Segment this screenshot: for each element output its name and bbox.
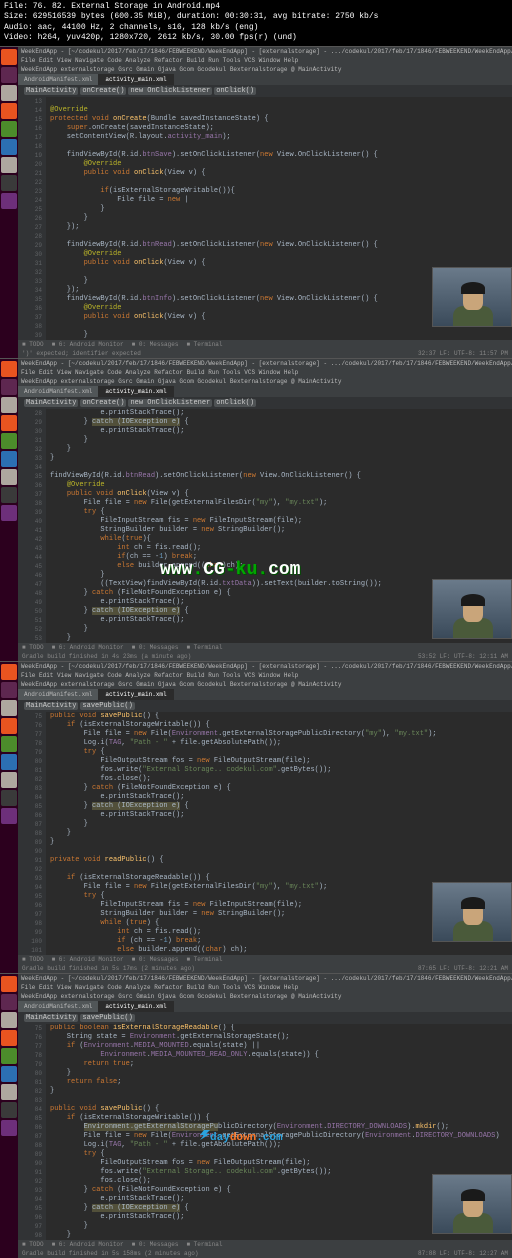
breadcrumb-item[interactable]: onClick() xyxy=(214,399,256,407)
status-bar: Gradle build finished in 4s 23ms (a minu… xyxy=(18,652,512,661)
tab-activity[interactable]: activity_main.xml xyxy=(99,689,173,700)
tool-tab[interactable]: ■ 0: Messages xyxy=(132,956,179,963)
tool-tab[interactable]: ■ Terminal xyxy=(186,1241,222,1248)
window-title: WeekEndApp - [~/codekul/2017/feb/17/1846… xyxy=(18,974,512,983)
tool-tab[interactable]: ■ 6: Android Monitor xyxy=(52,341,124,348)
tool-tab[interactable]: ■ Terminal xyxy=(186,341,222,348)
breadcrumb: MainActivityonCreate()new OnClickListene… xyxy=(18,85,512,97)
editor-tabs: AndroidManifest.xml activity_main.xml xyxy=(18,1001,512,1012)
menu-bar[interactable]: File Edit View Navigate Code Analyze Ref… xyxy=(18,671,512,680)
window-title: WeekEndApp - [~/codekul/2017/feb/17/1846… xyxy=(18,662,512,671)
breadcrumb-item[interactable]: savePublic() xyxy=(80,1014,134,1022)
file-line: File: 76. 82. External Storage in Androi… xyxy=(4,2,508,12)
status-left: Gradle build finished in 5s 17ms (2 minu… xyxy=(22,965,195,972)
tool-tab[interactable]: ■ 6: Android Monitor xyxy=(52,956,124,963)
breadcrumb-item[interactable]: MainActivity xyxy=(24,702,78,710)
breadcrumb-item[interactable]: savePublic() xyxy=(80,702,134,710)
tool-tab[interactable]: ■ Terminal xyxy=(186,956,222,963)
status-left: Gradle build finished in 5s 158ms (2 min… xyxy=(22,1250,198,1257)
audio-line: Audio: aac, 44100 Hz, 2 channels, s16, 1… xyxy=(4,23,508,33)
tool-tab[interactable]: ■ 0: Messages xyxy=(132,644,179,651)
nav-toolbar[interactable]: WeekEndApp externalstorage Gsrc Gmain Gj… xyxy=(18,65,512,74)
tool-tab[interactable]: ■ Terminal xyxy=(186,644,222,651)
tab-activity[interactable]: activity_main.xml xyxy=(99,74,173,85)
video-line: Video: h264, yuv420p, 1280x720, 2612 kb/… xyxy=(4,33,508,43)
breadcrumb-item[interactable]: new OnClickListener xyxy=(128,87,212,95)
media-info: File: 76. 82. External Storage in Androi… xyxy=(0,0,512,46)
presenter-video xyxy=(432,267,512,327)
breadcrumb-item[interactable]: MainActivity xyxy=(24,1014,78,1022)
menu-bar[interactable]: File Edit View Navigate Code Analyze Ref… xyxy=(18,983,512,992)
bottom-tool-tabs: ■ TODO ■ 6: Android Monitor ■ 0: Messages ■… xyxy=(18,1240,512,1249)
window-title: WeekEndApp - [~/codekul/2017/feb/17/1846… xyxy=(18,47,512,56)
tool-tab[interactable]: ■ TODO xyxy=(22,1241,44,1248)
gutter: 7576777879808182838485868788899091929394… xyxy=(18,712,46,955)
breadcrumb-item[interactable]: onClick() xyxy=(214,87,256,95)
tool-tab[interactable]: ■ 0: Messages xyxy=(132,1241,179,1248)
tab-manifest[interactable]: AndroidManifest.xml xyxy=(18,1001,99,1012)
tool-tab[interactable]: ■ TODO xyxy=(22,341,44,348)
nav-toolbar[interactable]: WeekEndApp externalstorage Gsrc Gmain Gj… xyxy=(18,992,512,1001)
breadcrumb: MainActivitysavePublic() xyxy=(18,700,512,712)
ide-pane: WeekEndApp - [~/codekul/2017/feb/17/1846… xyxy=(0,358,512,661)
tool-tab[interactable]: ■ 0: Messages xyxy=(132,341,179,348)
ide-pane: WeekEndApp - [~/codekul/2017/feb/17/1846… xyxy=(0,973,512,1258)
gutter: 7576777879808182838485868788899091929394… xyxy=(18,1024,46,1240)
status-right: 53:52 LF: UTF-8: 12:11 AM xyxy=(418,653,508,660)
presenter-video xyxy=(432,579,512,639)
editor: 2829303132333435363738394041424344454647… xyxy=(18,409,512,643)
breadcrumb-item[interactable]: onCreate() xyxy=(80,87,126,95)
breadcrumb: MainActivityonCreate()new OnClickListene… xyxy=(18,397,512,409)
editor: 7576777879808182838485868788899091929394… xyxy=(18,1024,512,1240)
editor: 7576777879808182838485868788899091929394… xyxy=(18,712,512,955)
breadcrumb-item[interactable]: onCreate() xyxy=(80,399,126,407)
breadcrumb-item[interactable]: new OnClickListener xyxy=(128,399,212,407)
presenter-video xyxy=(432,882,512,942)
bottom-tool-tabs: ■ TODO ■ 6: Android Monitor ■ 0: Messages ■… xyxy=(18,955,512,964)
tab-manifest[interactable]: AndroidManifest.xml xyxy=(18,74,99,85)
status-left: Gradle build finished in 4s 23ms (a minu… xyxy=(22,653,191,660)
status-bar: Gradle build finished in 5s 17ms (2 minu… xyxy=(18,964,512,973)
menu-bar[interactable]: File Edit View Navigate Code Analyze Ref… xyxy=(18,56,512,65)
tool-tab[interactable]: ■ TODO xyxy=(22,956,44,963)
bottom-tool-tabs: ■ TODO ■ 6: Android Monitor ■ 0: Messages ■… xyxy=(18,643,512,652)
size-line: Size: 629516539 bytes (600.35 MiB), dura… xyxy=(4,12,508,22)
gutter: 1314151617181920212223242526272829303132… xyxy=(18,97,46,340)
tool-tab[interactable]: ■ 6: Android Monitor xyxy=(52,644,124,651)
tool-tab[interactable]: ■ TODO xyxy=(22,644,44,651)
status-bar: ')' expected; identifier expected 32:37 … xyxy=(18,349,512,358)
menu-bar[interactable]: File Edit View Navigate Code Analyze Ref… xyxy=(18,368,512,377)
editor-tabs: AndroidManifest.xml activity_main.xml xyxy=(18,689,512,700)
breadcrumb: MainActivitysavePublic() xyxy=(18,1012,512,1024)
ide-pane: WeekEndApp - [~/codekul/2017/feb/17/1846… xyxy=(0,661,512,973)
nav-toolbar[interactable]: WeekEndApp externalstorage Gsrc Gmain Gj… xyxy=(18,680,512,689)
tab-manifest[interactable]: AndroidManifest.xml xyxy=(18,689,99,700)
tab-activity[interactable]: activity_main.xml xyxy=(99,1001,173,1012)
bottom-tool-tabs: ■ TODO ■ 6: Android Monitor ■ 0: Messages ■… xyxy=(18,340,512,349)
editor-tabs: AndroidManifest.xml activity_main.xml xyxy=(18,74,512,85)
window-title: WeekEndApp - [~/codekul/2017/feb/17/1846… xyxy=(18,359,512,368)
ide-pane: WeekEndApp - [~/codekul/2017/feb/17/1846… xyxy=(0,46,512,358)
status-right: 87:65 LF: UTF-8: 12:21 AM xyxy=(418,965,508,972)
status-right: 32:37 LF: UTF-8: 11:57 PM xyxy=(418,350,508,357)
tab-activity[interactable]: activity_main.xml xyxy=(99,386,173,397)
nav-toolbar[interactable]: WeekEndApp externalstorage Gsrc Gmain Gj… xyxy=(18,377,512,386)
gutter: 2829303132333435363738394041424344454647… xyxy=(18,409,46,643)
breadcrumb-item[interactable]: MainActivity xyxy=(24,87,78,95)
editor: 1314151617181920212223242526272829303132… xyxy=(18,97,512,340)
tool-tab[interactable]: ■ 6: Android Monitor xyxy=(52,1241,124,1248)
status-left: ')' expected; identifier expected xyxy=(22,350,141,357)
status-bar: Gradle build finished in 5s 158ms (2 min… xyxy=(18,1249,512,1258)
status-right: 87:88 LF: UTF-8: 12:27 AM xyxy=(418,1250,508,1257)
tab-manifest[interactable]: AndroidManifest.xml xyxy=(18,386,99,397)
breadcrumb-item[interactable]: MainActivity xyxy=(24,399,78,407)
editor-tabs: AndroidManifest.xml activity_main.xml xyxy=(18,386,512,397)
presenter-video xyxy=(432,1174,512,1234)
